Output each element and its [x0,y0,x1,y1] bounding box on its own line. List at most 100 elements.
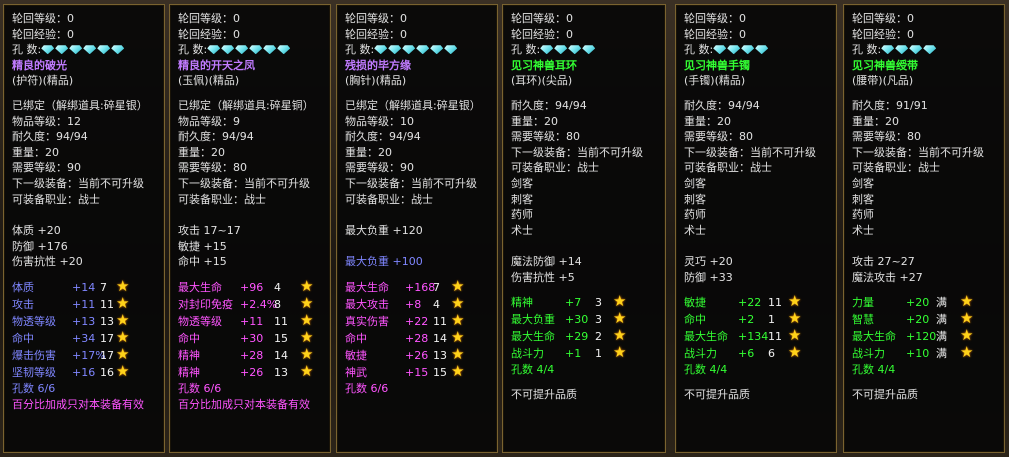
attribute-row: 战斗力 +1 1 ★ [511,344,657,362]
holes-label: 孔 数: [178,43,208,57]
gem-holes: 孔 数: [12,42,156,58]
pre-lines: 耐久度：94/94 重量：20 需要等级：80 [684,98,828,145]
reincarnation-exp: 轮回经验：0 [12,27,74,41]
item-name: 见习神兽耳环 [511,58,577,72]
diamond-gem-icon [416,45,430,55]
tooltip-panel-2: 轮回等级：0 轮回经验：0 孔 数: 精良的开天之凤 (玉佩)(精品) 已绑定（… [169,4,331,453]
attr-list: 体质 +14 7 ★ 攻击 +11 11 ★ 物透等级 +13 13 ★ 命中 +34 17 ★ 爆击伤害 +17… [12,277,156,381]
base-stat: 伤害抗性 +5 [511,270,575,284]
attribute-value: +30 [565,313,589,327]
reincarnation-level: 轮回等级：0 [852,12,914,25]
attribute-level: 6 [768,347,775,361]
attribute-label: 精神 [511,296,533,310]
item-type: (护符)(精品) [12,74,74,88]
attribute-value: +2 [738,313,755,327]
base-stat: 术士 [684,223,706,237]
diamond-gem-icon [713,45,727,55]
holes-label: 孔 数: [684,43,714,57]
attribute-value: +22 [405,314,429,328]
star-icon: ★ [613,309,627,328]
attribute-label: 精神 [178,348,200,362]
holes-label: 孔 数: [345,43,375,57]
star-icon: ★ [451,344,465,363]
diamond-gem-icon [97,45,111,55]
attr-list: 力量 +20 满 ★ 智慧 +20 满 ★ 最大生命 +120 满 ★ 战斗力 +10 满 ★ [852,293,996,362]
diamond-gem-icon [554,45,568,55]
attribute-row: 最大生命 +168 7 ★ [345,277,489,296]
holes-count: 孔数 4/4 [684,363,728,377]
attribute-value: +8 [405,297,422,311]
attribute-level: 2 [595,330,602,344]
bind-status: 已绑定（解绑道具:碎星银） [345,98,481,112]
attribute-row: 敏捷 +22 11 ★ [684,293,828,311]
item-property: 重量：20 [12,145,59,159]
holes-label: 孔 数: [12,43,42,57]
diamond-gem-icon [430,45,444,55]
diamond-gem-icon [277,45,291,55]
attribute-value: +7 [565,296,582,310]
base-stat [852,238,996,254]
attribute-level: 满 [936,347,947,361]
attribute-row: 力量 +20 满 ★ [852,293,996,311]
attribute-label: 最大生命 [178,280,222,294]
next-upgrade: 下一级装备：当前不可升级 [12,176,144,190]
star-icon: ★ [451,310,465,329]
diamond-gem-icon [741,45,755,55]
item-property: 需要等级：80 [684,130,753,144]
attribute-label: 爆击伤害 [12,348,56,362]
diamond-gem-icon [895,45,909,55]
holes-count: 孔数 4/4 [852,363,896,377]
diamond-gem-icon [111,45,125,55]
item-property: 需要等级：90 [345,161,414,175]
attribute-row: 真实伤害 +22 11 ★ [345,310,489,330]
star-icon: ★ [788,309,802,328]
diamond-gem-icon [83,45,97,55]
item-property: 需要等级：90 [12,161,81,175]
item-name: 见习神兽手镯 [684,58,750,72]
star-icon: ★ [300,293,314,312]
footer-note: 百分比加成只对本装备有效 [178,397,310,411]
attribute-value: +15 [405,365,429,379]
diamond-gem-icon [402,45,416,55]
attribute-row: 命中 +28 14 ★ [345,328,489,347]
attribute-value: +16 [72,365,96,379]
diamond-gem-icon [235,45,249,55]
profession: 可装备职业：战士 [511,161,599,175]
bind-status: 已绑定（解绑道具:碎星铜） [178,98,314,112]
attribute-label: 命中 [178,331,200,345]
attribute-value: +28 [405,331,429,345]
star-icon: ★ [116,344,130,363]
star-icon: ★ [960,343,974,362]
attribute-label: 力量 [852,296,874,310]
attribute-label: 神武 [345,365,367,379]
reincarnation-exp: 轮回经验：0 [684,27,746,41]
item-property: 物品等级：9 [178,114,240,128]
item-type: (胸针)(精品) [345,74,407,88]
diamond-gem-icon [582,45,596,55]
attribute-level: 11 [768,330,782,344]
bind-status: 已绑定（解绑道具:碎星银） [12,98,148,112]
item-property: 物品等级：10 [345,114,414,128]
attribute-label: 命中 [684,313,706,327]
gem-holes: 孔 数: [684,42,828,58]
attr-list: 精神 +7 3 ★ 最大负重 +30 3 ★ 最大生命 +29 2 ★ 战斗力 +1 1 ★ [511,293,657,362]
reincarnation-exp: 轮回经验：0 [345,27,407,41]
attribute-level: 3 [595,296,602,310]
attribute-label: 最大生命 [511,330,555,344]
attribute-level: 11 [768,296,782,310]
attribute-value: +2.4% [240,297,278,311]
item-property: 耐久度：94/94 [511,98,587,112]
attribute-label: 真实伤害 [345,314,389,328]
reincarnation-level: 轮回等级：0 [684,12,746,25]
attribute-row: 智慧 +20 满 ★ [852,310,996,328]
base-stat: 术士 [511,223,533,237]
holes-count: 孔数 4/4 [511,363,555,377]
attribute-label: 最大生命 [345,280,389,294]
diamond-gem-icon [55,45,69,55]
holes-label: 孔 数: [852,43,882,57]
attribute-row: 最大负重 +30 3 ★ [511,309,657,328]
base-stat [511,238,657,254]
attribute-label: 物透等级 [178,314,222,328]
base-stat: 最大负重 +100 [345,255,423,269]
attribute-row: 命中 +2 1 ★ [684,309,828,328]
